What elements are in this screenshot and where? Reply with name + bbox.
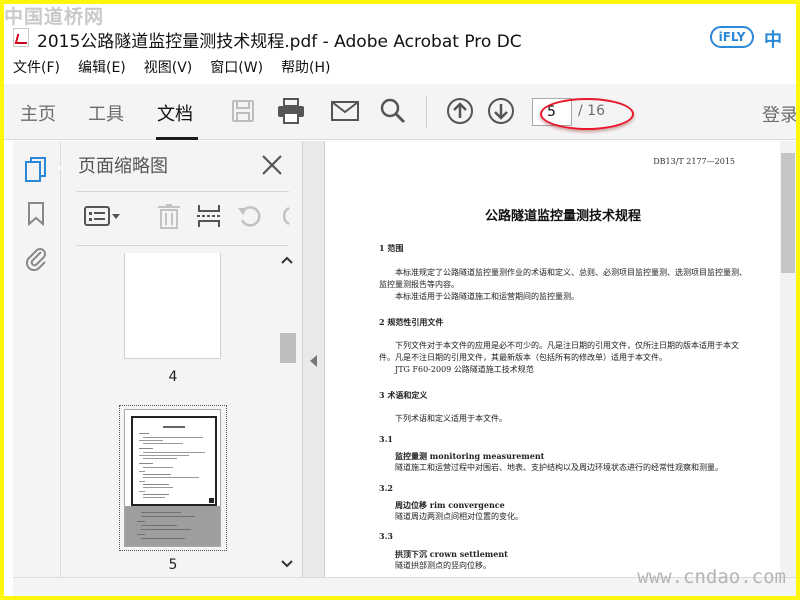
document-view[interactable]: DB13/T 2177—2015 公路隧道监控量测技术规程 1 范围 本标准规定… — [324, 141, 796, 577]
body-text: 下列术语和定义适用于本文件。 — [395, 414, 507, 423]
thumbnail-page-4[interactable] — [124, 253, 221, 359]
clause-number: 3.2 — [379, 483, 393, 493]
clause-number: 3.3 — [379, 531, 393, 541]
redo-icon[interactable] — [277, 201, 291, 231]
save-icon[interactable] — [228, 96, 258, 126]
tab-tools[interactable]: 工具 — [88, 100, 124, 126]
body-text: 监控量测报告等内容。 — [379, 280, 459, 289]
acrobat-window: 中国道桥网 www.cndao.com 2015公路隧道监控量测技术规程.pdf… — [4, 4, 796, 596]
thumbnail-visible-area — [131, 416, 217, 506]
page-down-icon[interactable] — [486, 96, 516, 126]
body-text: 隧道施工和运营过程中对围岩、地表、支护结构以及周边环境状态进行的经常性观察和测量… — [395, 463, 723, 472]
search-icon[interactable] — [378, 96, 408, 126]
attachment-icon[interactable] — [23, 245, 49, 271]
thumbnail-options-icon[interactable] — [83, 201, 123, 231]
collapse-panel-icon[interactable] — [310, 355, 317, 367]
pdf-file-icon — [13, 28, 29, 47]
body-text: 件。凡是不注日期的引用文件，其最新版本（包括所有的修改单）适用于本文件。 — [379, 353, 667, 362]
thumbnail-offscreen-area — [125, 506, 220, 546]
panel-divider — [76, 245, 289, 246]
email-icon[interactable] — [330, 96, 360, 126]
clause-number: 3.1 — [379, 434, 393, 444]
section-heading: 2 规范性引用文件 — [379, 317, 444, 327]
bookmark-icon[interactable] — [23, 201, 49, 227]
document-header: DB13/T 2177—2015 — [653, 157, 735, 166]
ifly-badge[interactable]: iFLY 中 — [710, 26, 796, 54]
body-text: 隧道周边两测点间相对位置的变化。 — [395, 512, 523, 521]
thumbnails-panel: 页面缩略图 4 5 — [61, 141, 302, 577]
menu-help[interactable]: 帮助(H) — [272, 56, 339, 80]
document-title: 公路隧道监控量测技术规程 — [485, 209, 642, 224]
thumbnail-scroll-up-icon[interactable] — [280, 255, 294, 269]
body-text: 隧道拱部测点的竖向位移。 — [395, 561, 491, 570]
highlight-annotation-circle — [540, 98, 634, 130]
thumbnail-label: 5 — [168, 557, 178, 573]
document-page: DB13/T 2177—2015 公路隧道监控量测技术规程 1 范围 本标准规定… — [325, 141, 781, 577]
watermark-bottom: www.cndao.com — [637, 566, 786, 588]
panel-title: 页面缩略图 — [78, 156, 168, 177]
undo-icon[interactable] — [235, 201, 265, 231]
menu-window[interactable]: 窗口(W) — [201, 56, 272, 80]
term-heading: 拱顶下沉 crown settlement — [395, 549, 508, 559]
ifly-language-label: 中 — [764, 30, 782, 51]
login-link[interactable]: 登录 — [762, 101, 796, 127]
title-bar: 2015公路隧道监控量测技术规程.pdf - Adobe Acrobat Pro… — [4, 20, 796, 54]
thumbnail-list: 4 5 — [61, 247, 302, 577]
menu-edit[interactable]: 编辑(E) — [69, 56, 135, 80]
page-thumbnails-icon[interactable] — [23, 157, 49, 183]
ifly-logo: iFLY — [710, 26, 754, 48]
insert-page-icon[interactable] — [195, 201, 223, 231]
thumbnail-scrollbar-thumb[interactable] — [280, 333, 296, 363]
thumbnail-label: 4 — [168, 369, 178, 385]
body-text: 本标准适用于公路隧道施工和运营期间的监控量测。 — [395, 292, 579, 301]
toolbar-separator — [426, 96, 427, 128]
document-scrollbar-thumb[interactable] — [781, 153, 795, 273]
window-title: 2015公路隧道监控量测技术规程.pdf - Adobe Acrobat Pro… — [37, 32, 522, 52]
page-up-icon[interactable] — [445, 96, 475, 126]
tab-home[interactable]: 主页 — [20, 100, 56, 126]
menu-bar: 文件(F) 编辑(E) 视图(V) 窗口(W) 帮助(H) — [4, 56, 796, 80]
navigation-rail — [13, 141, 66, 577]
term-heading: 周边位移 rim convergence — [395, 500, 505, 510]
document-scrollbar[interactable] — [780, 141, 796, 577]
thumbnail-page-5[interactable] — [124, 409, 221, 547]
section-heading: 1 范围 — [379, 243, 404, 253]
body-text: 下列文件对于本文件的应用是必不可少的。凡是注日期的引用文件，仅所注日期的版本适用… — [395, 341, 739, 350]
panel-collapse-strip[interactable] — [302, 141, 324, 577]
menu-file[interactable]: 文件(F) — [4, 56, 69, 80]
active-tab-underline — [156, 137, 198, 140]
close-icon[interactable] — [260, 153, 284, 177]
body-text: 本标准规定了公路隧道监控量测作业的术语和定义、总则、必测项目监控量测、选测项目监… — [395, 268, 747, 277]
delete-icon[interactable] — [155, 201, 183, 231]
watermark-top: 中国道桥网 — [4, 6, 105, 28]
body-text: JTG F60-2009 公路隧道施工技术规范 — [395, 365, 534, 374]
menu-view[interactable]: 视图(V) — [135, 56, 202, 80]
section-heading: 3 术语和定义 — [379, 390, 428, 400]
term-heading: 监控量测 monitoring measurement — [395, 451, 545, 461]
panel-divider — [76, 191, 289, 192]
tab-document[interactable]: 文档 — [157, 100, 193, 126]
thumbnail-scroll-down-icon[interactable] — [280, 559, 294, 573]
toolbar: 主页 工具 文档 5 / 16 登录 — [4, 84, 796, 140]
print-icon[interactable] — [276, 96, 306, 126]
